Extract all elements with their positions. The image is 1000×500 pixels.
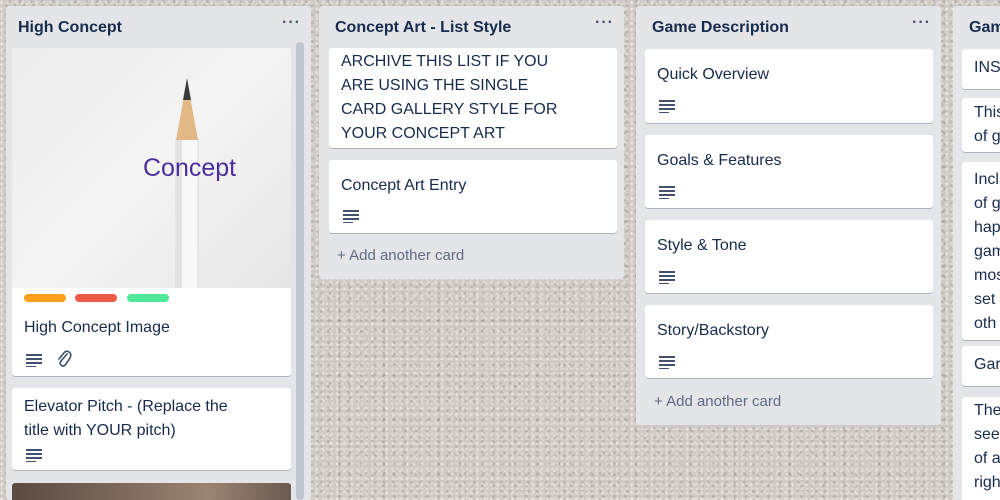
label-orange[interactable] <box>24 294 66 302</box>
description-icon <box>659 271 675 284</box>
add-card-button[interactable]: + Add another card <box>654 393 781 410</box>
card-style-tone[interactable]: Style & Tone <box>645 220 933 293</box>
card-concept-art-entry[interactable]: Concept Art Entry <box>329 160 617 233</box>
card-title: This of g <box>974 104 1000 145</box>
list-title[interactable]: Game Description <box>652 19 789 36</box>
card-title: Elevator Pitch - (Replace the title with… <box>24 398 228 439</box>
description-icon <box>659 356 675 369</box>
list-game-description: Game Description ··· Quick Overview Goal… <box>636 6 941 425</box>
more-menu-icon[interactable]: ··· <box>912 14 931 32</box>
card-partial-3[interactable]: Incl of g hap gam mos set oth <box>962 162 1000 340</box>
label-red[interactable] <box>75 294 117 302</box>
card-archive-notice[interactable]: ARCHIVE THIS LIST IF YOU ARE USING THE S… <box>329 48 617 148</box>
card-title: Style & Tone <box>657 237 747 254</box>
card-high-concept-image[interactable]: Concept High Concept Image <box>12 48 291 376</box>
add-card-button[interactable]: + Add another card <box>337 247 464 264</box>
card-cover-image: Concept <box>12 48 291 288</box>
card-title: Gar <box>974 356 1000 373</box>
card-goals-features[interactable]: Goals & Features <box>645 135 933 208</box>
list-header[interactable]: High Concept ··· <box>6 6 311 50</box>
list-concept-art: Concept Art - List Style ··· ARCHIVE THI… <box>319 6 624 279</box>
label-green[interactable] <box>127 294 169 302</box>
list-title[interactable]: Concept Art - List Style <box>335 19 511 36</box>
list-header[interactable]: Concept Art - List Style ··· <box>319 6 624 50</box>
card-title: Goals & Features <box>657 152 782 169</box>
card-title: Story/Backstory <box>657 322 770 339</box>
more-menu-icon[interactable]: ··· <box>595 14 614 32</box>
list-scrollbar[interactable] <box>296 42 304 500</box>
card-partial-2[interactable]: This of g <box>962 98 1000 152</box>
card-partial-5[interactable]: The see of a righ <box>962 397 1000 500</box>
description-icon <box>659 186 675 199</box>
card-title: ARCHIVE THIS LIST IF YOU ARE USING THE S… <box>341 53 558 142</box>
list-title[interactable]: Gam <box>969 19 1000 36</box>
list-header[interactable]: Game Description ··· <box>636 6 941 50</box>
list-gameplay-partial: Gam INS This of g Incl of g hap gam mos … <box>953 6 1000 500</box>
card-elevator-pitch[interactable]: Elevator Pitch - (Replace the title with… <box>12 388 291 470</box>
cover-text: Concept <box>143 154 237 182</box>
board: High Concept ··· Concept High Concept Im… <box>0 0 1000 500</box>
description-icon <box>659 100 675 113</box>
description-icon <box>26 449 42 462</box>
card-title: Concept Art Entry <box>341 177 467 194</box>
card-title: Incl of g hap gam mos set oth <box>974 171 1000 332</box>
list-header[interactable]: Gam <box>953 6 1000 50</box>
card-title: Quick Overview <box>657 66 770 83</box>
list-title[interactable]: High Concept <box>18 19 122 36</box>
more-menu-icon[interactable]: ··· <box>282 14 301 32</box>
attachment-icon <box>58 350 72 367</box>
card-partial[interactable] <box>12 483 291 500</box>
card-partial-1[interactable]: INS <box>962 49 1000 89</box>
card-story-backstory[interactable]: Story/Backstory <box>645 305 933 378</box>
card-title: INS <box>974 59 1000 76</box>
list-high-concept: High Concept ··· Concept High Concept Im… <box>6 6 311 500</box>
card-title: The see of a righ <box>974 402 1000 491</box>
card-quick-overview[interactable]: Quick Overview <box>645 49 933 123</box>
card-title: High Concept Image <box>24 319 170 336</box>
description-icon <box>343 210 359 223</box>
card-partial-4[interactable]: Gar <box>962 346 1000 386</box>
description-icon <box>26 354 42 367</box>
